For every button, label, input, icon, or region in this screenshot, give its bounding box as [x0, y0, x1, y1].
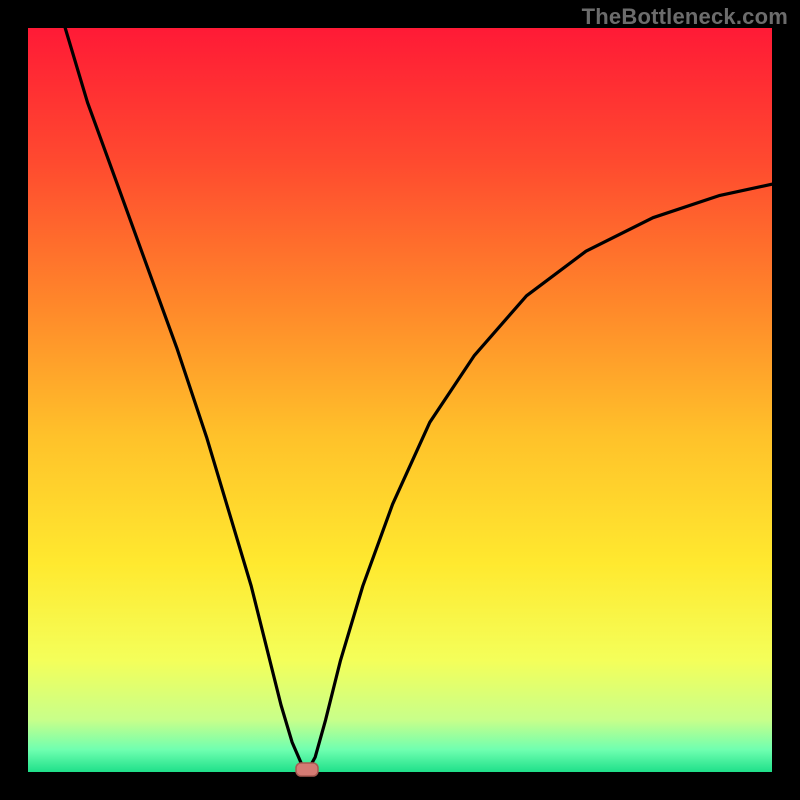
chart-svg	[0, 0, 800, 800]
minimum-marker	[296, 763, 318, 776]
chart-stage: TheBottleneck.com	[0, 0, 800, 800]
watermark-text: TheBottleneck.com	[582, 4, 788, 30]
plot-area	[28, 28, 772, 772]
